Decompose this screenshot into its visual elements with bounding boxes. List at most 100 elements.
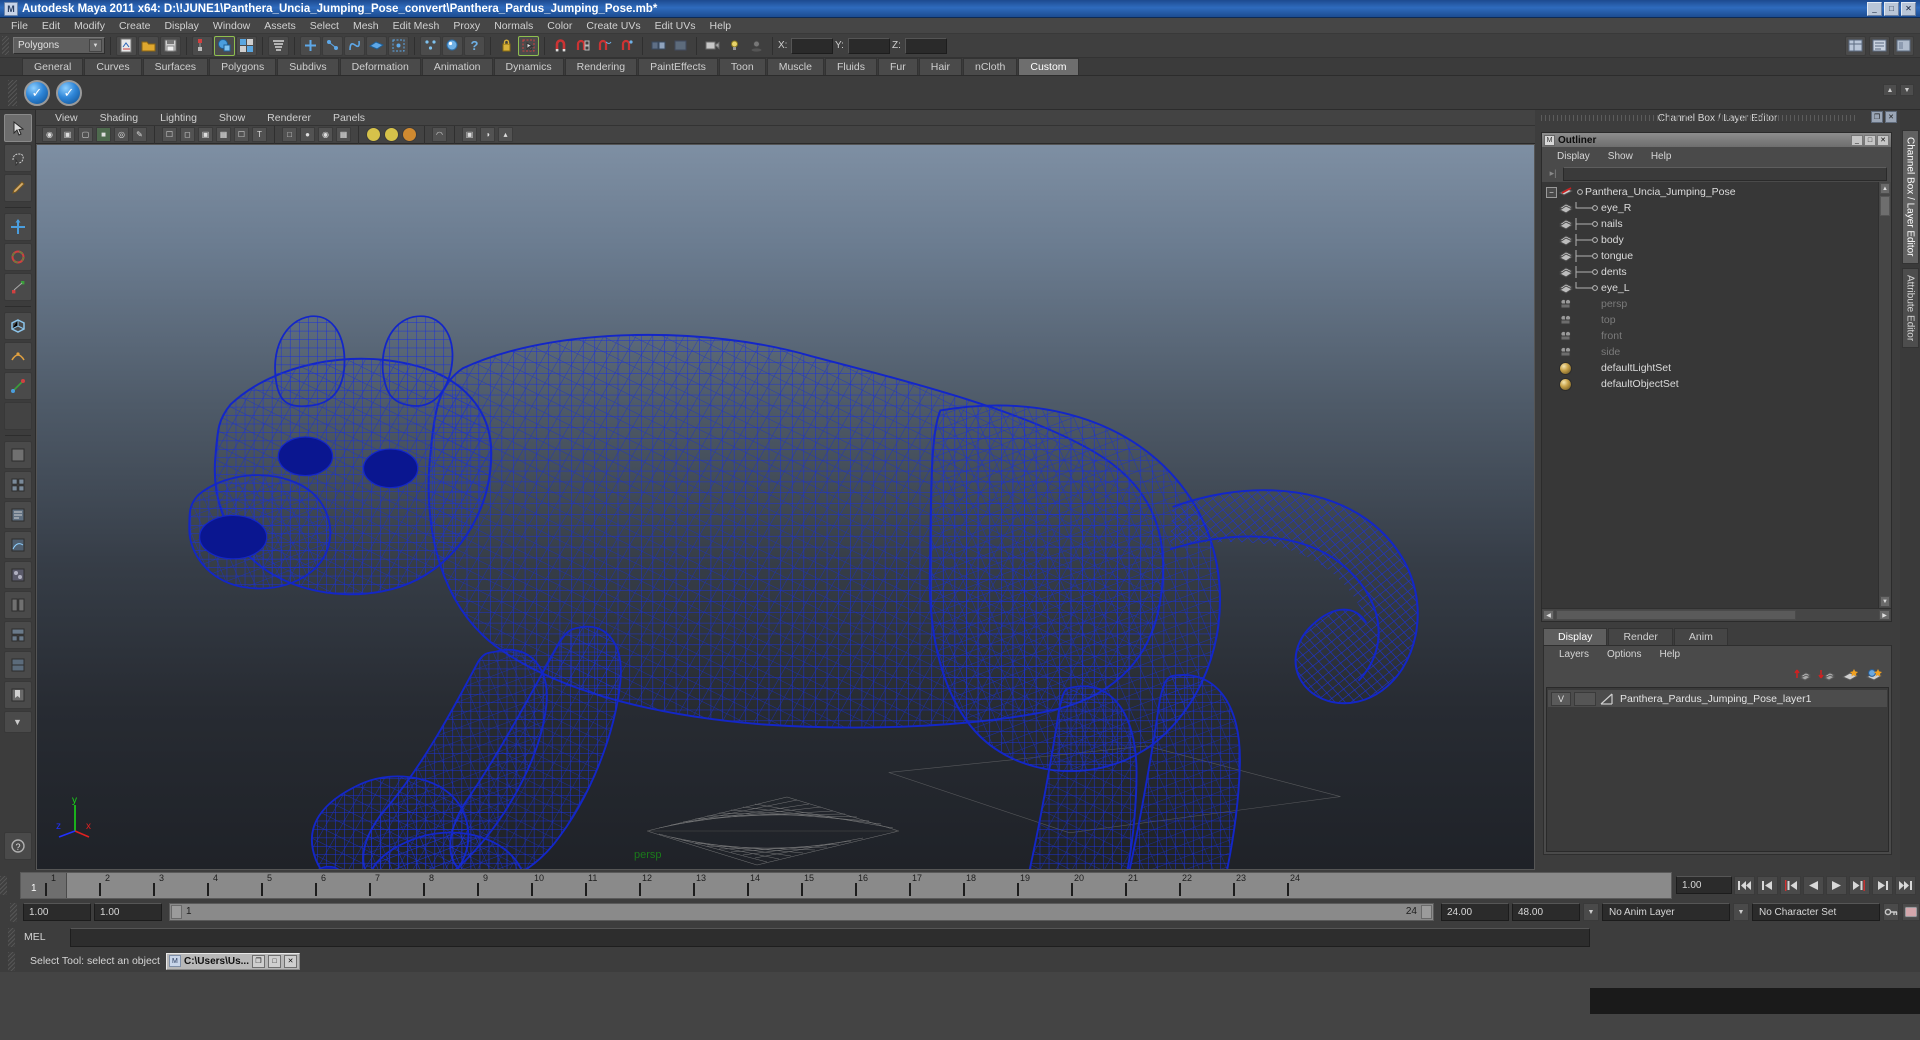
vtab-attribute-editor[interactable]: Attribute Editor xyxy=(1901,267,1919,348)
selection-mode-dropdown[interactable]: Polygons ▼ xyxy=(13,37,105,54)
layer-row[interactable]: V Panthera_Pardus_Jumping_Pose_layer1 xyxy=(1548,690,1887,707)
maximize-button[interactable]: □ xyxy=(1884,1,1899,16)
menu-create-uvs[interactable]: Create UVs xyxy=(579,19,647,33)
use-all-lights-icon[interactable] xyxy=(384,127,399,142)
viewport-menu-view[interactable]: View xyxy=(44,112,89,124)
perspective-viewport[interactable]: y x z persp xyxy=(36,144,1535,870)
scrollbar-thumb[interactable] xyxy=(1556,610,1796,620)
shelf-tab-painteffects[interactable]: PaintEffects xyxy=(638,58,718,75)
render-current-frame-button[interactable] xyxy=(442,35,463,56)
animation-preferences-icon[interactable] xyxy=(1902,903,1920,921)
light-icon[interactable] xyxy=(724,36,745,56)
save-scene-button[interactable] xyxy=(160,35,181,56)
time-slider[interactable]: 1 1 2 3 4 5 6 7 8 9 10 11 12 13 14 15 16… xyxy=(20,871,1672,899)
select-camera-icon[interactable]: ◉ xyxy=(42,127,57,142)
step-forward-keyframe-icon[interactable] xyxy=(1872,875,1893,895)
outliner-vertical-scrollbar[interactable]: ▲ ▼ xyxy=(1878,182,1891,608)
isolate-select-icon[interactable] xyxy=(648,36,669,56)
viewport-menu-lighting[interactable]: Lighting xyxy=(149,112,208,124)
outliner-menu-help[interactable]: Help xyxy=(1642,151,1681,162)
layer-render-icon[interactable] xyxy=(1865,667,1883,682)
scroll-left-icon[interactable]: ◀ xyxy=(1543,610,1554,620)
shelf-item-2-icon[interactable]: ✓ xyxy=(56,79,82,106)
snap-to-projected-center-button[interactable] xyxy=(388,35,409,56)
bookmark-layout[interactable] xyxy=(3,681,32,709)
select-by-hierarchy-button[interactable] xyxy=(192,35,213,56)
film-gate-icon[interactable]: ◻ xyxy=(180,127,195,142)
outliner-item-dents[interactable]: dents xyxy=(1542,264,1891,280)
show-tool-settings-icon[interactable] xyxy=(1893,35,1914,56)
commandline-grip[interactable] xyxy=(8,927,15,947)
snap-to-point-button[interactable] xyxy=(344,35,365,56)
viewport-menu-shading[interactable]: Shading xyxy=(89,112,150,124)
anim-layer-field[interactable]: No Anim Layer xyxy=(1602,903,1730,921)
shelf-scroll-down-icon[interactable]: ▼ xyxy=(1900,84,1914,96)
outliner-filter-icon[interactable]: ▸| xyxy=(1546,167,1560,180)
open-scene-button[interactable] xyxy=(138,35,159,56)
help-button[interactable]: ? xyxy=(464,35,485,56)
menu-select[interactable]: Select xyxy=(303,19,346,33)
outliner-horizontal-scrollbar[interactable]: ◀ ▶ xyxy=(1542,608,1891,621)
lasso-select-tool[interactable] xyxy=(3,144,32,172)
tab-anim[interactable]: Anim xyxy=(1673,628,1728,645)
shelf-tab-general[interactable]: General xyxy=(22,58,84,75)
dock-drag-dots-left[interactable] xyxy=(1541,115,1691,121)
viewport-menu-renderer[interactable]: Renderer xyxy=(256,112,322,124)
scroll-up-icon[interactable]: ▲ xyxy=(1880,183,1890,194)
help-tool[interactable]: ? xyxy=(3,832,32,860)
range-slider-bar[interactable]: 1 24 xyxy=(169,903,1434,921)
viewport-menu-panels[interactable]: Panels xyxy=(322,112,376,124)
snap-to-curve-button[interactable] xyxy=(322,35,343,56)
outliner-item-eye-r[interactable]: eye_R xyxy=(1542,200,1891,216)
play-forwards-icon[interactable] xyxy=(1826,875,1847,895)
magnet-point-icon[interactable] xyxy=(616,36,637,56)
bookmark-icon[interactable]: ▢ xyxy=(78,127,93,142)
show-manipulator-tool[interactable] xyxy=(3,372,32,400)
timeslider-grip[interactable] xyxy=(0,875,7,895)
paint-select-tool[interactable] xyxy=(3,174,32,202)
xray-icon[interactable] xyxy=(670,36,691,56)
exposure-icon[interactable]: ◑ xyxy=(480,127,495,142)
select-tool-indicator[interactable] xyxy=(518,35,539,56)
menu-help[interactable]: Help xyxy=(703,19,739,33)
taskbar-window-button[interactable]: M C:\Users\Us... ❐ □ ✕ xyxy=(165,952,300,970)
current-time-field[interactable]: 1.00 xyxy=(1676,876,1732,894)
resolution-gate-icon[interactable]: ☐ xyxy=(162,127,177,142)
select-tool[interactable] xyxy=(3,114,32,142)
command-input[interactable] xyxy=(70,927,1590,947)
last-tool-used[interactable] xyxy=(3,402,32,430)
animation-end-time-field[interactable]: 48.00 xyxy=(1512,903,1580,921)
outliner-item-default-light-set[interactable]: defaultLightSet xyxy=(1542,360,1891,376)
character-set-dropdown-icon[interactable]: ▼ xyxy=(1733,903,1749,921)
step-back-keyframe-icon[interactable] xyxy=(1757,875,1778,895)
outliner-item-tongue[interactable]: tongue xyxy=(1542,248,1891,264)
outliner-item-nails[interactable]: nails xyxy=(1542,216,1891,232)
animation-start-time-field[interactable]: 1.00 xyxy=(23,903,91,921)
layout-single-pane[interactable] xyxy=(3,441,32,469)
magnet-grid-icon[interactable] xyxy=(572,36,593,56)
toolbar-grip[interactable] xyxy=(2,36,9,55)
scale-tool[interactable] xyxy=(3,273,32,301)
smooth-shade-all-icon[interactable]: ◉ xyxy=(318,127,333,142)
shadow-icon[interactable] xyxy=(746,36,767,56)
shelf-tab-polygons[interactable]: Polygons xyxy=(209,58,277,75)
viewport-menu-show[interactable]: Show xyxy=(208,112,256,124)
x-input[interactable] xyxy=(791,37,833,54)
y-input[interactable] xyxy=(848,37,890,54)
vtab-channel-box-layer-editor[interactable]: Channel Box / Layer Editor xyxy=(1901,130,1919,264)
tab-render[interactable]: Render xyxy=(1608,628,1673,645)
playback-start-time-field[interactable]: 1.00 xyxy=(94,903,162,921)
universal-manipulator-tool[interactable] xyxy=(3,312,32,340)
layout-three-pane[interactable] xyxy=(3,621,32,649)
hardware-texturing-icon[interactable]: ▦ xyxy=(336,127,351,142)
anim-layer-dropdown-icon[interactable]: ▼ xyxy=(1583,903,1599,921)
auto-keyframe-icon[interactable] xyxy=(1883,903,1899,921)
field-chart-icon[interactable]: ▦ xyxy=(216,127,231,142)
layout-four-pane[interactable] xyxy=(3,471,32,499)
step-back-frame-icon[interactable] xyxy=(1780,875,1801,895)
layer-visibility-toggle[interactable]: V xyxy=(1551,691,1571,706)
shelf-tab-animation[interactable]: Animation xyxy=(421,58,493,75)
menu-modify[interactable]: Modify xyxy=(67,19,112,33)
shelf-tab-fluids[interactable]: Fluids xyxy=(824,58,877,75)
taskbar-restore-button[interactable]: ❐ xyxy=(252,954,265,968)
